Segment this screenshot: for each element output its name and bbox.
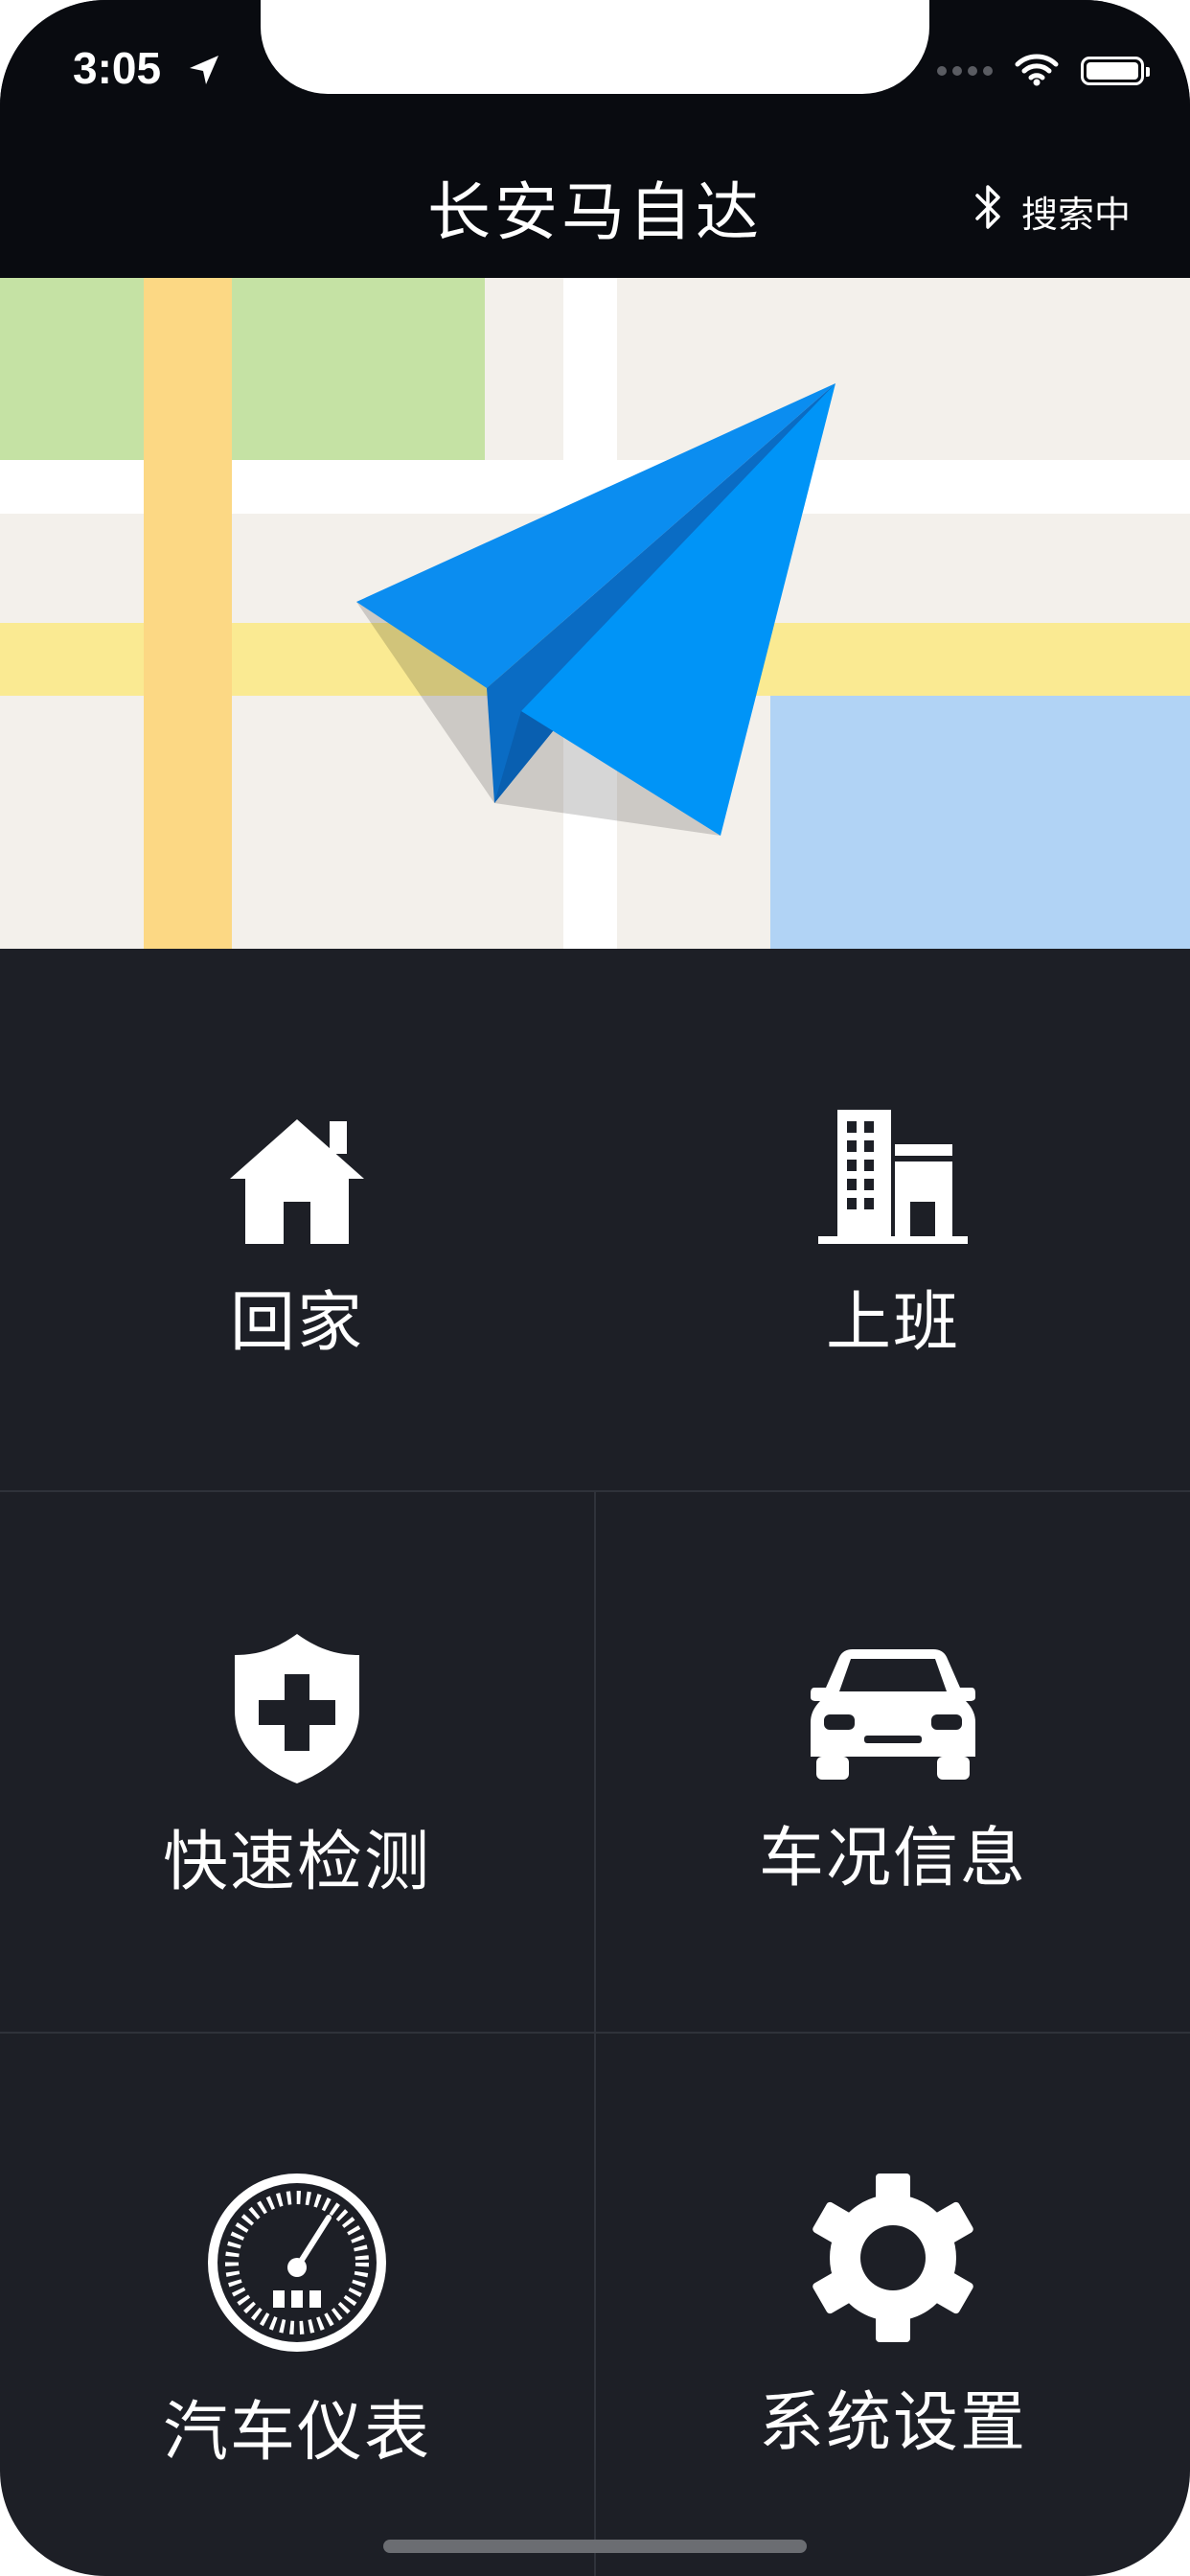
bluetooth-icon: [970, 180, 1008, 242]
home-indicator[interactable]: [383, 2540, 807, 2553]
menu-item-quick-check[interactable]: 快速检测: [0, 1492, 594, 2032]
home-icon: [230, 1110, 364, 1248]
menu-grid: 回家 上班 快速检测 车况信息 汽车仪表 系统设置: [0, 949, 1190, 2576]
battery-icon: [1081, 57, 1150, 85]
car-icon: [811, 1649, 975, 1783]
bluetooth-status[interactable]: 搜索中: [970, 180, 1131, 242]
gear-icon: [807, 2172, 979, 2348]
map-park: [0, 278, 485, 460]
speedometer-icon: [206, 2172, 388, 2358]
menu-item-home[interactable]: 回家: [0, 949, 594, 1490]
menu-item-work-label: 上班: [825, 1285, 960, 1361]
shield-plus-icon: [235, 1634, 359, 1787]
office-building-icon: [818, 1110, 968, 1248]
menu-item-dashboard-label: 汽车仪表: [162, 2395, 431, 2471]
menu-item-work[interactable]: 上班: [596, 949, 1190, 1490]
menu-item-vehicle-info-label: 车况信息: [758, 1821, 1027, 1897]
menu-item-quick-check-label: 快速检测: [162, 1825, 431, 1900]
map-water: [770, 696, 1190, 949]
status-time: 3:05: [73, 43, 162, 93]
menu-item-dashboard[interactable]: 汽车仪表: [0, 2034, 594, 2576]
app-screen: 3:05 长安马自达 搜索中 回家 上班 快速检测 车况信息 汽车仪表 系统设置: [0, 0, 1190, 2576]
map-banner[interactable]: [0, 278, 1190, 949]
location-arrow-icon: [188, 54, 220, 90]
menu-item-vehicle-info[interactable]: 车况信息: [596, 1492, 1190, 2032]
bluetooth-status-label: 搜索中: [1020, 194, 1131, 236]
wifi-icon: [1014, 52, 1060, 90]
menu-item-settings[interactable]: 系统设置: [596, 2034, 1190, 2576]
status-right-icons: [937, 52, 1150, 90]
device-notch: [261, 0, 929, 94]
cellular-signal-icon: [937, 66, 993, 76]
menu-item-home-label: 回家: [229, 1285, 364, 1361]
top-bar: 3:05 长安马自达 搜索中: [0, 0, 1190, 278]
map-main-road: [144, 278, 232, 949]
menu-item-settings-label: 系统设置: [758, 2385, 1027, 2461]
